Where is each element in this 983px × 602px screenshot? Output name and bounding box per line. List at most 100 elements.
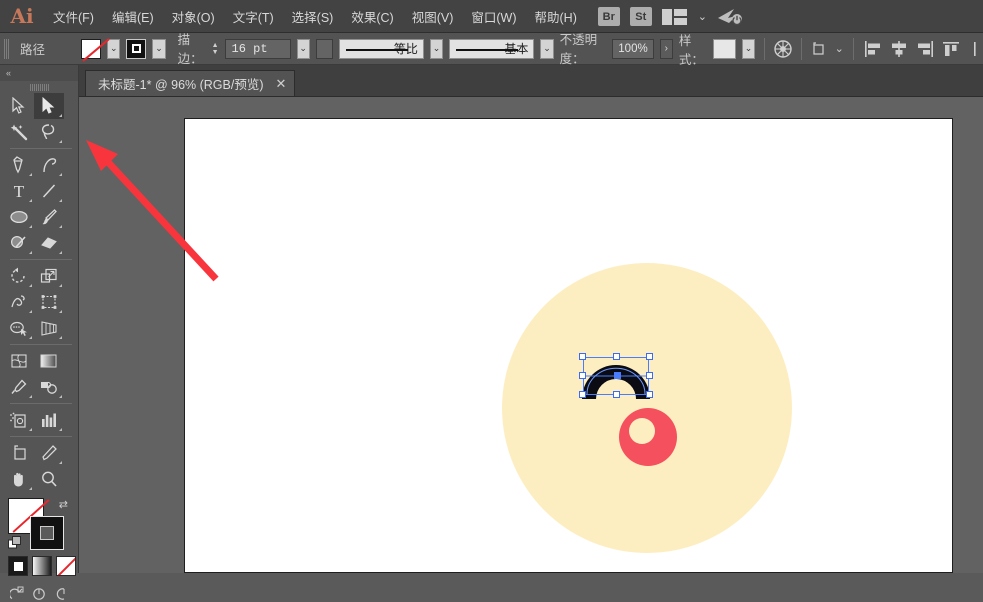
recolor-artwork-icon[interactable] [774,38,792,60]
none-swatch[interactable] [56,556,76,576]
tool-flyout-indicator[interactable] [29,225,32,228]
stroke-weight-label[interactable]: 描边： [178,29,206,69]
opacity-input[interactable]: 100% [612,39,653,59]
selection-handle-top-center[interactable] [613,353,620,360]
tool-flyout-indicator[interactable] [29,251,32,254]
brush-definition[interactable]: 基本 [449,39,534,59]
tool-flyout-indicator[interactable] [59,140,62,143]
menu-help[interactable]: 帮助(H) [526,3,586,30]
tool-flyout-indicator[interactable] [29,310,32,313]
slice-tool[interactable] [34,440,64,466]
transform-icon[interactable] [811,38,829,60]
stroke-swatch-large[interactable] [30,516,64,550]
shape-builder-tool[interactable] [4,315,34,341]
style-dropdown[interactable]: ⌄ [742,39,755,59]
align-top-icon[interactable] [941,38,961,60]
tool-flyout-indicator[interactable] [59,114,62,117]
blend-tool[interactable] [34,374,64,400]
width-tool[interactable] [4,289,34,315]
align-vertical-center-icon[interactable] [967,38,983,60]
tool-flyout-indicator[interactable] [29,487,32,490]
selection-handle-bottom-left[interactable] [579,391,586,398]
mesh-tool[interactable] [4,348,34,374]
variable-width-profile[interactable]: 等比 [339,39,424,59]
selection-bounding-box[interactable] [583,357,649,395]
tool-flyout-indicator[interactable] [59,251,62,254]
tool-flyout-indicator[interactable] [29,336,32,339]
collapse-panel-icon[interactable]: « [6,68,10,78]
selection-handle-bottom-right[interactable] [646,391,653,398]
tool-flyout-indicator[interactable] [59,310,62,313]
paintbrush-tool[interactable] [34,204,64,230]
gradient-tool[interactable] [34,348,64,374]
pen-tool[interactable] [4,152,34,178]
menu-effect[interactable]: 效果(C) [342,3,402,30]
red-donut-shape[interactable] [619,408,677,466]
rotate-tool[interactable] [4,263,34,289]
workspace-switcher-icon[interactable] [717,7,743,27]
stroke-weight-input[interactable]: 16 pt [225,39,291,59]
brush-dropdown[interactable]: ⌄ [540,39,553,59]
gradient-swatch[interactable] [32,556,52,576]
normal-screen-mode-icon[interactable] [8,584,26,602]
stock-button[interactable]: St [630,7,652,26]
full-screen-mode-icon[interactable] [52,584,70,602]
artboard[interactable] [184,118,953,573]
swap-fill-stroke-icon[interactable]: ⇄ [59,498,68,511]
menu-object[interactable]: 对象(O) [163,3,224,30]
selection-handle-top-right[interactable] [646,353,653,360]
menu-view[interactable]: 视图(V) [403,3,463,30]
tool-flyout-indicator[interactable] [59,225,62,228]
tool-flyout-indicator[interactable] [59,284,62,287]
align-left-icon[interactable] [863,38,883,60]
transform-chevron-icon[interactable]: ⌄ [835,42,844,55]
work-area[interactable] [79,97,983,573]
menu-type[interactable]: 文字(T) [224,3,283,30]
align-center-icon[interactable] [889,38,909,60]
chevron-down-icon[interactable]: ⌄ [698,10,707,23]
bridge-button[interactable]: Br [598,7,620,26]
scale-tool[interactable] [34,263,64,289]
hand-tool[interactable] [4,466,34,492]
graphic-style-swatch[interactable] [713,39,736,59]
arrange-documents-icon[interactable] [662,9,688,25]
close-icon[interactable]: ✕ [276,76,287,92]
stroke-weight-stepper[interactable]: ▲▼ [212,42,219,56]
tool-flyout-indicator[interactable] [59,173,62,176]
tool-flyout-indicator[interactable] [59,428,62,431]
fill-dropdown[interactable]: ⌄ [107,39,120,59]
zoom-tool[interactable] [34,466,64,492]
magic-wand-tool[interactable] [4,119,34,145]
stroke-color-swatch[interactable] [126,39,146,59]
menu-select[interactable]: 选择(S) [283,3,343,30]
free-transform-tool[interactable] [34,289,64,315]
direct-selection-tool[interactable] [34,93,64,119]
tool-flyout-indicator[interactable] [59,199,62,202]
tool-flyout-indicator[interactable] [29,284,32,287]
selection-handle-middle-left[interactable] [579,372,586,379]
symbol-sprayer-tool[interactable] [4,407,34,433]
menu-edit[interactable]: 编辑(E) [103,3,163,30]
menu-file[interactable]: 文件(F) [44,3,103,30]
tools-panel-grip[interactable] [0,81,78,93]
tool-flyout-indicator[interactable] [29,199,32,202]
selection-handle-top-left[interactable] [579,353,586,360]
artboard-tool[interactable] [4,440,34,466]
perspective-grid-tool[interactable] [34,315,64,341]
tool-flyout-indicator[interactable] [59,336,62,339]
color-swatch[interactable] [8,556,28,576]
curvature-tool[interactable] [34,152,64,178]
ellipse-tool[interactable] [4,204,34,230]
align-right-icon[interactable] [915,38,935,60]
width-profile-dropdown[interactable]: ⌄ [430,39,443,59]
default-fill-stroke-icon[interactable] [8,536,22,550]
eyedropper-tool[interactable] [4,374,34,400]
type-tool[interactable]: T [4,178,34,204]
document-tab[interactable]: 未标题-1* @ 96% (RGB/预览) ✕ [85,70,295,96]
control-bar-grip[interactable] [4,39,10,59]
stroke-weight-dropdown[interactable]: ⌄ [297,39,310,59]
tool-flyout-indicator[interactable] [29,173,32,176]
selection-tool[interactable] [4,93,34,119]
opacity-expand-button[interactable]: › [660,39,673,59]
stroke-options-swatch[interactable] [316,39,333,59]
